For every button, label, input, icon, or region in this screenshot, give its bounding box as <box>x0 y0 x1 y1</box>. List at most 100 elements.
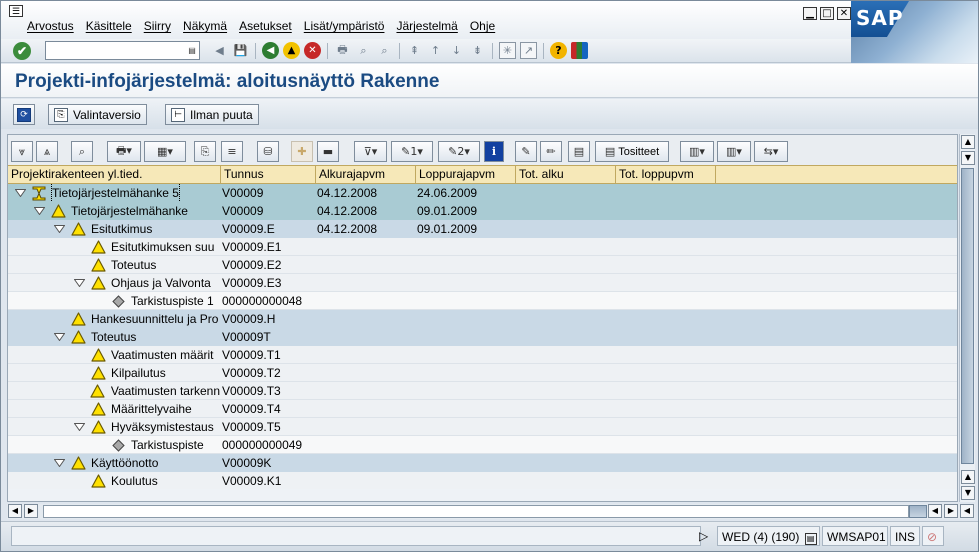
tree-row[interactable]: Tietojärjestelmähanke 5 V00009 04.12.2008 2… <box>8 184 957 202</box>
expand-subtree-icon[interactable]: ⩔ <box>11 141 33 162</box>
save-icon[interactable]: 💾 <box>232 42 249 59</box>
sort-descending-menu-icon[interactable]: ✎2▾ <box>438 141 480 162</box>
column-header-tunnus[interactable]: Tunnus <box>221 166 316 183</box>
refresh-button[interactable]: ⟳ <box>13 104 35 125</box>
tree-row[interactable]: Tarkistuspiste 000000000049 <box>8 436 957 454</box>
scroll-up-page-icon[interactable]: ▼ <box>961 151 975 165</box>
tree-row[interactable]: Tietojärjestelmähanke V00009 04.12.2008 09.… <box>8 202 957 220</box>
details-icon[interactable]: ≡ <box>221 141 243 162</box>
collapse-node-icon[interactable] <box>53 224 65 234</box>
node-label[interactable]: Ohjaus ja Valvonta <box>111 274 211 292</box>
system-menu-icon[interactable]: ☰ <box>9 5 23 17</box>
command-history-icon[interactable]: ▤ <box>187 44 197 57</box>
print-icon[interactable]: 🖶 <box>334 42 351 59</box>
node-label[interactable]: Esitutkimus <box>91 220 152 238</box>
menu-nakyma[interactable]: Näkymä <box>183 19 227 33</box>
tree-row[interactable]: Esitutkimuksen suu V00009.E1 <box>8 238 957 256</box>
close-icon[interactable]: ✕ <box>837 7 851 20</box>
horizontal-scrollbar[interactable]: ◀ ▶ ◀ ▶ ◀ <box>7 504 975 519</box>
pencil-icon[interactable]: ✏ <box>540 141 562 162</box>
shortcut-icon[interactable]: ↗ <box>520 42 537 59</box>
column-header-alkurajapvm[interactable]: Alkurajapvm <box>316 166 416 183</box>
filter-menu-icon[interactable]: ⊽▾ <box>354 141 387 162</box>
delete-icon[interactable]: ▬ <box>317 141 339 162</box>
node-label[interactable]: Tarkistuspiste 1 <box>131 292 214 310</box>
scroll-right-icon[interactable]: ▶ <box>944 504 958 518</box>
node-label[interactable]: Tietojärjestelmähanke 5 <box>51 184 180 202</box>
change-icon[interactable]: ✎ <box>515 141 537 162</box>
tree-row[interactable]: Vaatimusten määrit V00009.T1 <box>8 346 957 364</box>
exit-icon[interactable]: ▲ <box>283 42 300 59</box>
menu-ohje[interactable]: Ohje <box>470 19 495 33</box>
status-mode[interactable]: INS <box>890 526 920 546</box>
database-icon[interactable]: ⛁ <box>257 141 279 162</box>
scroll-left-page-icon[interactable]: ◀ <box>960 504 974 518</box>
previous-page-icon[interactable]: ↑ <box>427 42 444 59</box>
menu-asetukset[interactable]: Asetukset <box>239 19 292 33</box>
status-expand-icon[interactable]: ▷ <box>699 526 717 546</box>
scroll-left-end-icon[interactable]: ◀ <box>928 504 942 518</box>
node-label[interactable]: Koulutus <box>111 472 158 489</box>
menu-jarjestelma[interactable]: Järjestelmä <box>396 19 457 33</box>
tree-row[interactable]: Toteutus V00009.E2 <box>8 256 957 274</box>
node-label[interactable]: Tarkistuspiste <box>131 436 204 454</box>
scroll-up-icon[interactable]: ▲ <box>961 135 975 149</box>
collapse-node-icon[interactable] <box>53 332 65 342</box>
help-icon[interactable]: ? <box>550 42 567 59</box>
scroll-left-icon[interactable]: ◀ <box>8 504 22 518</box>
menu-kasittele[interactable]: Käsittele <box>86 19 132 33</box>
tree-row[interactable]: Tarkistuspiste 1 000000000048 <box>8 292 957 310</box>
tree-row[interactable]: Hyväksymistestaus V00009.T5 <box>8 418 957 436</box>
collapse-node-icon[interactable] <box>33 206 45 216</box>
tree-row[interactable]: Vaatimusten tarkenn V00009.T3 <box>8 382 957 400</box>
node-label[interactable]: Toteutus <box>91 328 136 346</box>
tree-row[interactable]: Toteutus V00009T <box>8 328 957 346</box>
collapse-subtree-icon[interactable]: ⩓ <box>36 141 58 162</box>
find-icon[interactable]: ⌕ <box>355 42 372 59</box>
valintaversio-button[interactable]: ⎘ Valintaversio <box>48 104 147 125</box>
layout-menu-icon[interactable] <box>571 42 588 59</box>
collapse-node-icon[interactable] <box>73 422 85 432</box>
scroll-down-icon[interactable]: ▼ <box>961 486 975 500</box>
ilman-puuta-button[interactable]: ⊢ Ilman puuta <box>165 104 259 125</box>
first-page-icon[interactable]: ⇞ <box>406 42 423 59</box>
column-header-tot-loppupvm[interactable]: Tot. loppupvm <box>616 166 716 183</box>
maximize-icon[interactable]: □ <box>820 7 834 20</box>
node-label[interactable]: Määrittelyvaihe <box>111 400 192 418</box>
tree-row[interactable]: Hankesuunnittelu ja Pro V00009.H <box>8 310 957 328</box>
enter-icon[interactable]: ✔ <box>13 42 31 60</box>
new-session-icon[interactable]: ✳ <box>499 42 516 59</box>
menu-lisat-ymparisto[interactable]: Lisät/ympäristö <box>304 19 385 33</box>
find-icon[interactable]: ⌕ <box>71 141 93 162</box>
collapse-node-icon[interactable] <box>73 278 85 288</box>
node-label[interactable]: Vaatimusten tarkenn <box>111 382 220 400</box>
info-icon[interactable]: i <box>484 141 504 162</box>
collapse-node-icon[interactable] <box>14 188 26 198</box>
tree-row[interactable]: Koulutus V00009.K1 <box>8 472 957 489</box>
horizontal-scroll-thumb[interactable] <box>909 505 927 518</box>
last-page-icon[interactable]: ⇟ <box>469 42 486 59</box>
column-header-tot-alku[interactable]: Tot. alku <box>516 166 616 183</box>
layout-menu-icon[interactable]: ▥▾ <box>717 141 751 162</box>
document-edit-icon[interactable]: ▤ <box>568 141 590 162</box>
graphics-menu-icon[interactable]: ▥▾ <box>680 141 714 162</box>
sort-ascending-menu-icon[interactable]: ✎1▾ <box>391 141 433 162</box>
back-icon[interactable]: ◀ <box>262 42 279 59</box>
node-label[interactable]: Toteutus <box>111 256 156 274</box>
node-label[interactable]: Kilpailutus <box>111 364 166 382</box>
column-header-loppurajapvm[interactable]: Loppurajapvm <box>416 166 516 183</box>
node-label[interactable]: Tietojärjestelmähanke <box>71 202 188 220</box>
scroll-right-start-icon[interactable]: ▶ <box>24 504 38 518</box>
node-label[interactable]: Käyttöönotto <box>91 454 158 472</box>
view-menu-icon[interactable]: ▦▾ <box>144 141 186 162</box>
history-back-icon[interactable]: ◀ <box>211 42 228 59</box>
vertical-scrollbar[interactable]: ▲ ▼ ▲ ▼ <box>959 134 975 502</box>
tree-row[interactable]: Määrittelyvaihe V00009.T4 <box>8 400 957 418</box>
horizontal-scroll-track[interactable] <box>43 505 909 518</box>
print-menu-icon[interactable]: 🖶▾ <box>107 141 141 162</box>
vertical-scroll-thumb[interactable] <box>961 168 974 464</box>
next-page-icon[interactable]: ↓ <box>448 42 465 59</box>
create-icon[interactable]: ✚ <box>291 141 313 162</box>
menu-siirry[interactable]: Siirry <box>144 19 171 33</box>
node-label[interactable]: Hankesuunnittelu ja Pro <box>91 310 218 328</box>
